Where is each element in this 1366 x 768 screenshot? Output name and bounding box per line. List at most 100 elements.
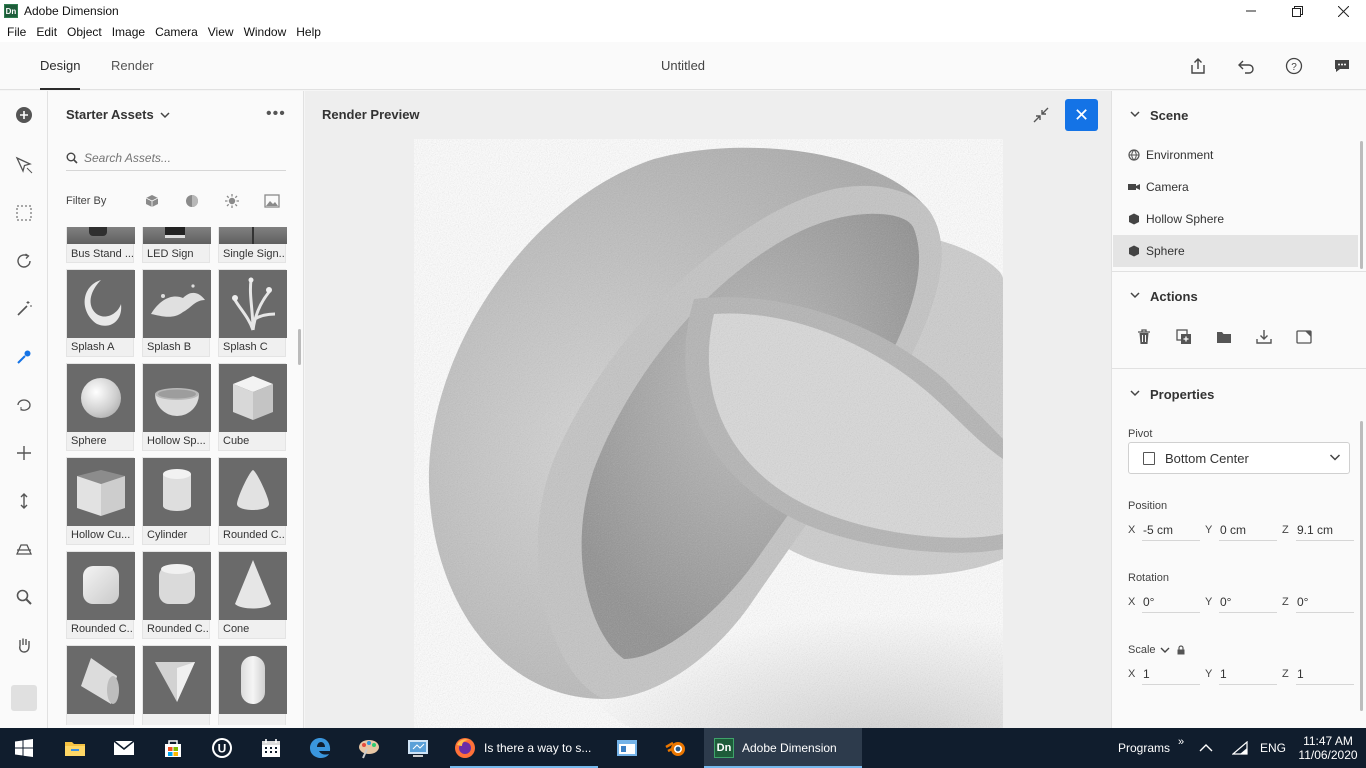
delete-icon[interactable] (1134, 327, 1154, 347)
position-z-value[interactable]: 9.1 cm (1296, 519, 1354, 541)
rotation-z-field[interactable]: Z 0° (1282, 591, 1354, 613)
scale-label-row[interactable]: Scale (1128, 644, 1186, 656)
render-canvas[interactable] (414, 139, 1003, 728)
scene-item-camera[interactable]: Camera (1113, 171, 1358, 203)
magic-wand-icon[interactable] (12, 297, 36, 321)
edge-icon[interactable] (306, 734, 334, 762)
scale-y-value[interactable]: 1 (1219, 663, 1277, 685)
drop-to-ground-icon[interactable] (1254, 327, 1274, 347)
rotation-z-value[interactable]: 0° (1296, 591, 1354, 613)
position-y-value[interactable]: 0 cm (1219, 519, 1277, 541)
minimize-preview-icon[interactable] (1031, 105, 1051, 125)
feedback-icon[interactable] (1330, 54, 1354, 78)
programs-toolbar[interactable]: Programs » (1118, 728, 1184, 768)
group-folder-icon[interactable] (1214, 327, 1234, 347)
mail-icon[interactable] (110, 734, 138, 762)
assets-dropdown[interactable]: Starter Assets (66, 107, 170, 122)
scale-z-value[interactable]: 1 (1296, 663, 1354, 685)
rotation-y-value[interactable]: 0° (1219, 591, 1277, 613)
position-y-field[interactable]: Y 0 cm (1205, 519, 1277, 541)
undo-icon[interactable] (1234, 54, 1258, 78)
asset-card-cube[interactable]: Cube (218, 363, 287, 451)
properties-section-header[interactable]: Properties (1130, 387, 1214, 402)
restore-button[interactable] (1274, 0, 1320, 22)
dolly-icon[interactable] (12, 489, 36, 513)
scene-scrollbar[interactable] (1360, 141, 1363, 269)
asset-card-bus-stand[interactable]: Bus Stand ... (66, 227, 135, 263)
asset-card-sphere[interactable]: Sphere (66, 363, 135, 451)
menu-camera[interactable]: Camera (150, 25, 203, 39)
scene-section-header[interactable]: Scene (1130, 108, 1188, 123)
export-selected-icon[interactable] (1294, 327, 1314, 347)
asset-card-rounded-cone[interactable]: Rounded C... (218, 457, 287, 545)
actions-section-header[interactable]: Actions (1130, 289, 1198, 304)
more-options-icon[interactable]: ••• (266, 105, 286, 123)
asset-card-single-sign[interactable]: Single Sign... (218, 227, 287, 263)
add-icon[interactable] (12, 103, 36, 127)
rotate-icon[interactable] (12, 393, 36, 417)
duplicate-icon[interactable] (1174, 327, 1194, 347)
windows-start-icon[interactable] (10, 734, 38, 762)
clock[interactable]: 11:47 AM 11/06/2020 (1298, 728, 1358, 768)
minimize-button[interactable] (1228, 0, 1274, 22)
assets-scrollbar[interactable] (298, 329, 301, 365)
network-icon[interactable] (1232, 728, 1248, 768)
asset-card-rounded-cube[interactable]: Rounded C... (66, 551, 135, 639)
pan-icon[interactable] (12, 441, 36, 465)
asset-card-splash-b[interactable]: Splash B (142, 269, 211, 357)
asset-card-cylinder[interactable]: Cylinder (142, 457, 211, 545)
close-window-button[interactable] (1320, 0, 1366, 22)
taskbar-dimension-task[interactable]: Dn Adobe Dimension (704, 728, 862, 768)
close-preview-button[interactable]: ✕ (1065, 99, 1098, 131)
tab-design[interactable]: Design (40, 58, 80, 73)
blender-icon[interactable] (662, 734, 690, 762)
scale-z-field[interactable]: Z 1 (1282, 663, 1354, 685)
hand-icon[interactable] (12, 633, 36, 657)
scale-y-field[interactable]: Y 1 (1205, 663, 1277, 685)
show-hidden-icons[interactable] (1199, 728, 1213, 768)
scene-item-environment[interactable]: Environment (1113, 139, 1358, 171)
pivot-select[interactable]: Bottom Center (1128, 442, 1350, 474)
taskbar-firefox-task[interactable]: Is there a way to s... (450, 728, 598, 768)
position-z-field[interactable]: Z 9.1 cm (1282, 519, 1354, 541)
tab-render[interactable]: Render (111, 58, 154, 73)
menu-image[interactable]: Image (107, 25, 150, 39)
asset-card-capsule[interactable] (218, 645, 287, 725)
app-window-icon[interactable] (613, 734, 641, 762)
paint-icon[interactable] (355, 734, 383, 762)
scale-x-value[interactable]: 1 (1142, 663, 1200, 685)
asset-card-hollow-sphere[interactable]: Hollow Sp... (142, 363, 211, 451)
horizon-icon[interactable] (12, 537, 36, 561)
menu-edit[interactable]: Edit (31, 25, 62, 39)
position-x-field[interactable]: X -5 cm (1128, 519, 1200, 541)
asset-card-led-sign[interactable]: LED Sign (142, 227, 211, 263)
help-icon[interactable]: ? (1282, 54, 1306, 78)
menu-view[interactable]: View (203, 25, 239, 39)
rotation-x-field[interactable]: X 0° (1128, 591, 1200, 613)
models-filter-icon[interactable] (144, 193, 160, 209)
asset-card-cone[interactable]: Cone (218, 551, 287, 639)
sample-color-icon[interactable] (12, 345, 36, 369)
properties-scrollbar[interactable] (1360, 421, 1363, 711)
position-x-value[interactable]: -5 cm (1142, 519, 1200, 541)
color-swatch-icon[interactable] (11, 685, 37, 711)
asset-card-rounded-cylinder[interactable]: Rounded C... (142, 551, 211, 639)
select-move-icon[interactable] (12, 153, 36, 177)
images-filter-icon[interactable] (264, 193, 280, 209)
scene-item-sphere[interactable]: Sphere (1113, 235, 1358, 267)
materials-filter-icon[interactable] (184, 193, 200, 209)
file-explorer-icon[interactable] (61, 734, 89, 762)
zoom-icon[interactable] (12, 585, 36, 609)
menu-file[interactable]: File (2, 25, 31, 39)
asset-card-hollow-cube[interactable]: Hollow Cu... (66, 457, 135, 545)
scene-item-hollow-sphere[interactable]: Hollow Sphere (1113, 203, 1358, 235)
menu-help[interactable]: Help (291, 25, 326, 39)
asset-card-splash-a[interactable]: Splash A (66, 269, 135, 357)
store-icon[interactable] (159, 734, 187, 762)
search-input[interactable] (84, 150, 274, 165)
calendar-icon[interactable] (257, 734, 285, 762)
marquee-select-icon[interactable] (12, 201, 36, 225)
share-icon[interactable] (1186, 54, 1210, 78)
asset-card-prism[interactable] (142, 645, 211, 725)
rotation-y-field[interactable]: Y 0° (1205, 591, 1277, 613)
